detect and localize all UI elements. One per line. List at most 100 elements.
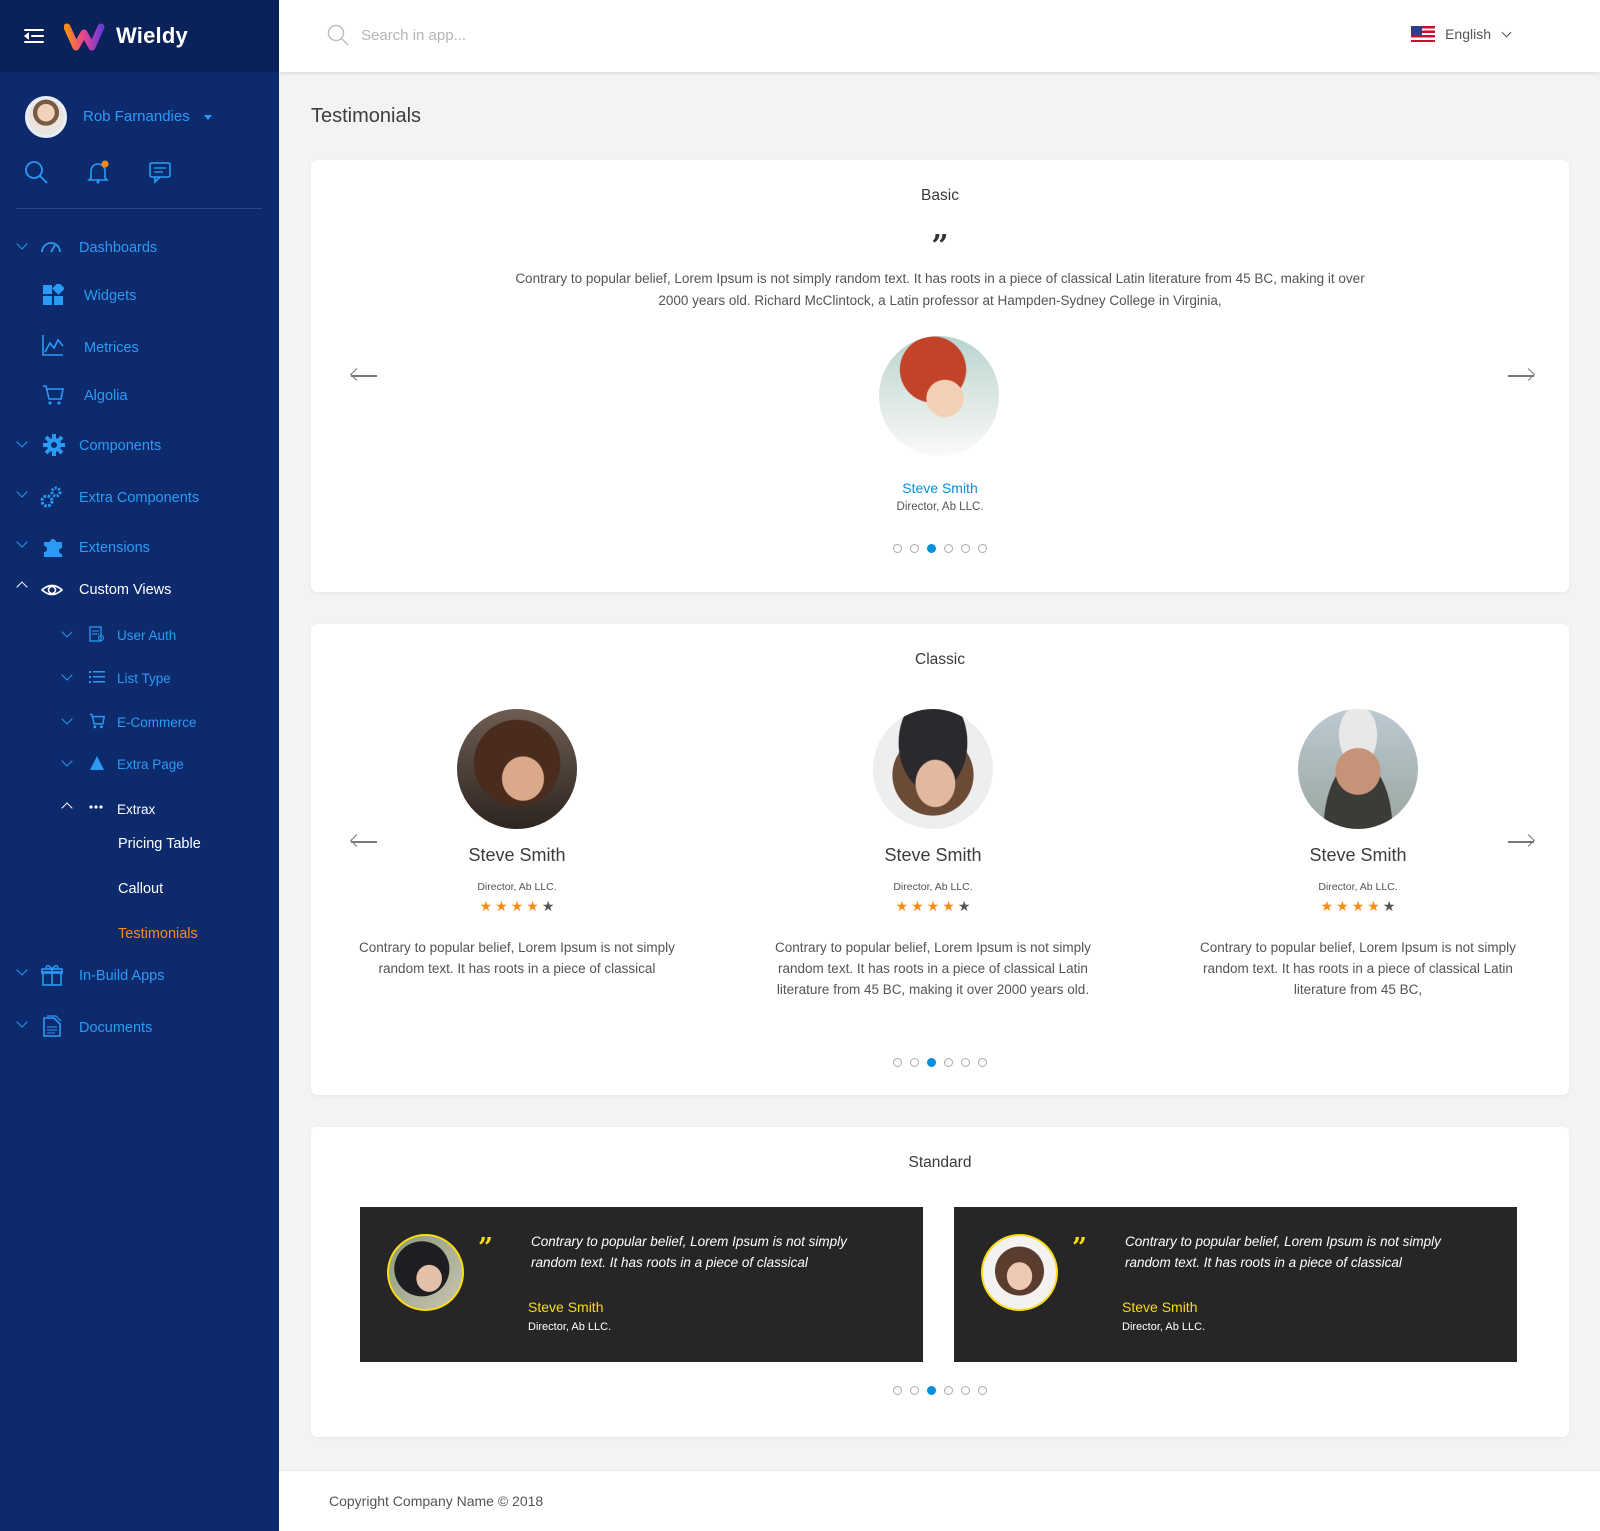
sidebar-item-custom-views[interactable]: Custom Views bbox=[0, 575, 279, 615]
sidebar-item-label: Pricing Table bbox=[118, 836, 201, 852]
avatar bbox=[879, 336, 999, 456]
carousel-dot[interactable] bbox=[893, 544, 902, 553]
sidebar-item-list-type[interactable]: List Type bbox=[0, 663, 279, 699]
testimonial-text: Contrary to popular belief, Lorem Ipsum … bbox=[515, 271, 1365, 308]
star-icon: ★ bbox=[1367, 898, 1380, 914]
sidebar-item-extra-components[interactable]: Extra Components bbox=[0, 478, 279, 518]
carousel-dot[interactable] bbox=[927, 1058, 936, 1067]
sidebar-item-documents[interactable]: Documents bbox=[0, 1008, 279, 1048]
carousel-dot[interactable] bbox=[893, 1386, 902, 1395]
star-icon: ★ bbox=[926, 898, 940, 914]
carousel-dot[interactable] bbox=[961, 544, 970, 553]
next-arrow-icon[interactable] bbox=[1508, 368, 1535, 383]
carousel-dot[interactable] bbox=[910, 1058, 919, 1067]
carousel-dots bbox=[311, 1058, 1569, 1067]
bell-icon[interactable] bbox=[86, 160, 110, 184]
sidebar-item-label: Metrices bbox=[84, 340, 139, 356]
testimonial-item: Steve Smith Director, Ab LLC. ★ ★ ★ ★ ★ Cont… bbox=[1183, 709, 1533, 1000]
testimonial-item: Steve Smith Director, Ab LLC. ★ ★ ★ ★ ★ Cont… bbox=[342, 709, 692, 979]
carousel-dots bbox=[311, 544, 1569, 553]
carousel-dot[interactable] bbox=[978, 1058, 987, 1067]
triangle-icon bbox=[90, 756, 104, 770]
sidebar-item-in-build-apps[interactable]: In-Build Apps bbox=[0, 956, 279, 996]
avatar bbox=[457, 709, 577, 829]
document-icon bbox=[43, 1015, 62, 1037]
star-icon: ★ bbox=[1336, 898, 1349, 914]
chat-icon[interactable] bbox=[148, 160, 172, 184]
sidebar-item-label: Algolia bbox=[84, 388, 128, 404]
sidebar-item-label: E-Commerce bbox=[117, 715, 197, 730]
sidebar-item-extra-page[interactable]: Extra Page bbox=[0, 749, 279, 785]
language-label: English bbox=[1445, 26, 1491, 42]
carousel-dot[interactable] bbox=[910, 1386, 919, 1395]
gear-icon bbox=[43, 434, 65, 456]
carousel-dot[interactable] bbox=[927, 1386, 936, 1395]
sidebar-item-label: Extrax bbox=[117, 802, 156, 817]
sidebar-item-extensions[interactable]: Extensions bbox=[0, 528, 279, 568]
carousel-dot[interactable] bbox=[910, 544, 919, 553]
basic-testimonial-card: Basic ” Contrary to popular belief, Lore… bbox=[311, 160, 1569, 592]
carousel-dot[interactable] bbox=[927, 544, 936, 553]
language-selector[interactable]: English bbox=[1411, 26, 1512, 42]
carousel-dot[interactable] bbox=[961, 1058, 970, 1067]
author-role: Director, Ab LLC. bbox=[477, 881, 557, 893]
sidebar-item-testimonials[interactable]: Testimonials bbox=[0, 916, 279, 952]
page-title: Testimonials bbox=[311, 105, 422, 127]
sidebar-item-dashboards[interactable]: Dashboards bbox=[0, 228, 279, 268]
sidebar: Wieldy Rob Farnandies Dashboards Widgets… bbox=[0, 0, 279, 1531]
carousel-dot[interactable] bbox=[961, 1386, 970, 1395]
sidebar-quick-icons bbox=[24, 160, 172, 184]
sidebar-item-label: Extensions bbox=[79, 540, 150, 556]
app-logo[interactable]: Wieldy bbox=[64, 21, 188, 51]
gears-icon bbox=[40, 486, 62, 508]
star-icon: ★ bbox=[1320, 898, 1334, 914]
sidebar-item-metrices[interactable]: Metrices bbox=[0, 328, 279, 368]
author-role: Director, Ab LLC. bbox=[1318, 881, 1398, 893]
testimonial-item: ” Contrary to popular belief, Lorem Ipsu… bbox=[954, 1207, 1517, 1362]
author-role: Director, Ab LLC. bbox=[896, 501, 984, 513]
star-icon: ★ bbox=[479, 898, 493, 914]
author-name: Steve Smith bbox=[884, 845, 982, 865]
card-title: Standard bbox=[908, 1154, 972, 1171]
sidebar-item-algolia[interactable]: Algolia bbox=[0, 376, 279, 416]
rating-stars: ★ ★ ★ ★ ★ bbox=[342, 899, 692, 913]
star-icon: ★ bbox=[895, 898, 909, 914]
carousel-dot[interactable] bbox=[893, 1058, 902, 1067]
star-icon: ★ bbox=[526, 898, 539, 914]
sidebar-item-extrax[interactable]: Extrax bbox=[0, 792, 279, 828]
sidebar-item-pricing-table[interactable]: Pricing Table bbox=[0, 826, 279, 862]
star-icon: ★ bbox=[1351, 898, 1365, 914]
carousel-dot[interactable] bbox=[978, 544, 987, 553]
sidebar-item-callout[interactable]: Callout bbox=[0, 871, 279, 907]
avatar bbox=[387, 1234, 464, 1311]
sidebar-item-e-commerce[interactable]: E-Commerce bbox=[0, 707, 279, 743]
sidebar-divider bbox=[16, 208, 262, 209]
footer: Copyright Company Name © 2018 bbox=[279, 1470, 1600, 1531]
search-box bbox=[327, 24, 661, 46]
author-name: Steve Smith bbox=[468, 845, 566, 865]
author-name: Steve Smith bbox=[1309, 845, 1407, 865]
sidebar-item-label: Widgets bbox=[84, 288, 137, 304]
testimonial-text: Contrary to popular belief, Lorem Ipsum … bbox=[359, 940, 675, 976]
search-icon bbox=[327, 24, 349, 46]
menu-toggle-icon[interactable] bbox=[24, 28, 44, 44]
avatar bbox=[25, 96, 67, 138]
carousel-dot[interactable] bbox=[944, 1058, 953, 1067]
prev-arrow-icon[interactable] bbox=[350, 368, 377, 383]
auth-icon bbox=[89, 626, 104, 642]
sidebar-item-widgets[interactable]: Widgets bbox=[0, 276, 279, 316]
sidebar-item-user-auth[interactable]: User Auth bbox=[0, 620, 279, 656]
testimonial-text: Contrary to popular belief, Lorem Ipsum … bbox=[1200, 940, 1516, 997]
search-input[interactable] bbox=[361, 26, 661, 44]
testimonial-item: ” Contrary to popular belief, Lorem Ipsu… bbox=[360, 1207, 923, 1362]
carousel-dot[interactable] bbox=[944, 544, 953, 553]
sidebar-item-label: List Type bbox=[117, 671, 171, 686]
card-title: Basic bbox=[921, 187, 959, 204]
carousel-dot[interactable] bbox=[944, 1386, 953, 1395]
search-icon[interactable] bbox=[24, 160, 48, 184]
us-flag-icon bbox=[1411, 26, 1436, 42]
sidebar-item-components[interactable]: Components bbox=[0, 426, 279, 466]
carousel-dot[interactable] bbox=[978, 1386, 987, 1395]
sidebar-item-label: Dashboards bbox=[79, 240, 158, 256]
star-icon: ★ bbox=[495, 898, 508, 914]
